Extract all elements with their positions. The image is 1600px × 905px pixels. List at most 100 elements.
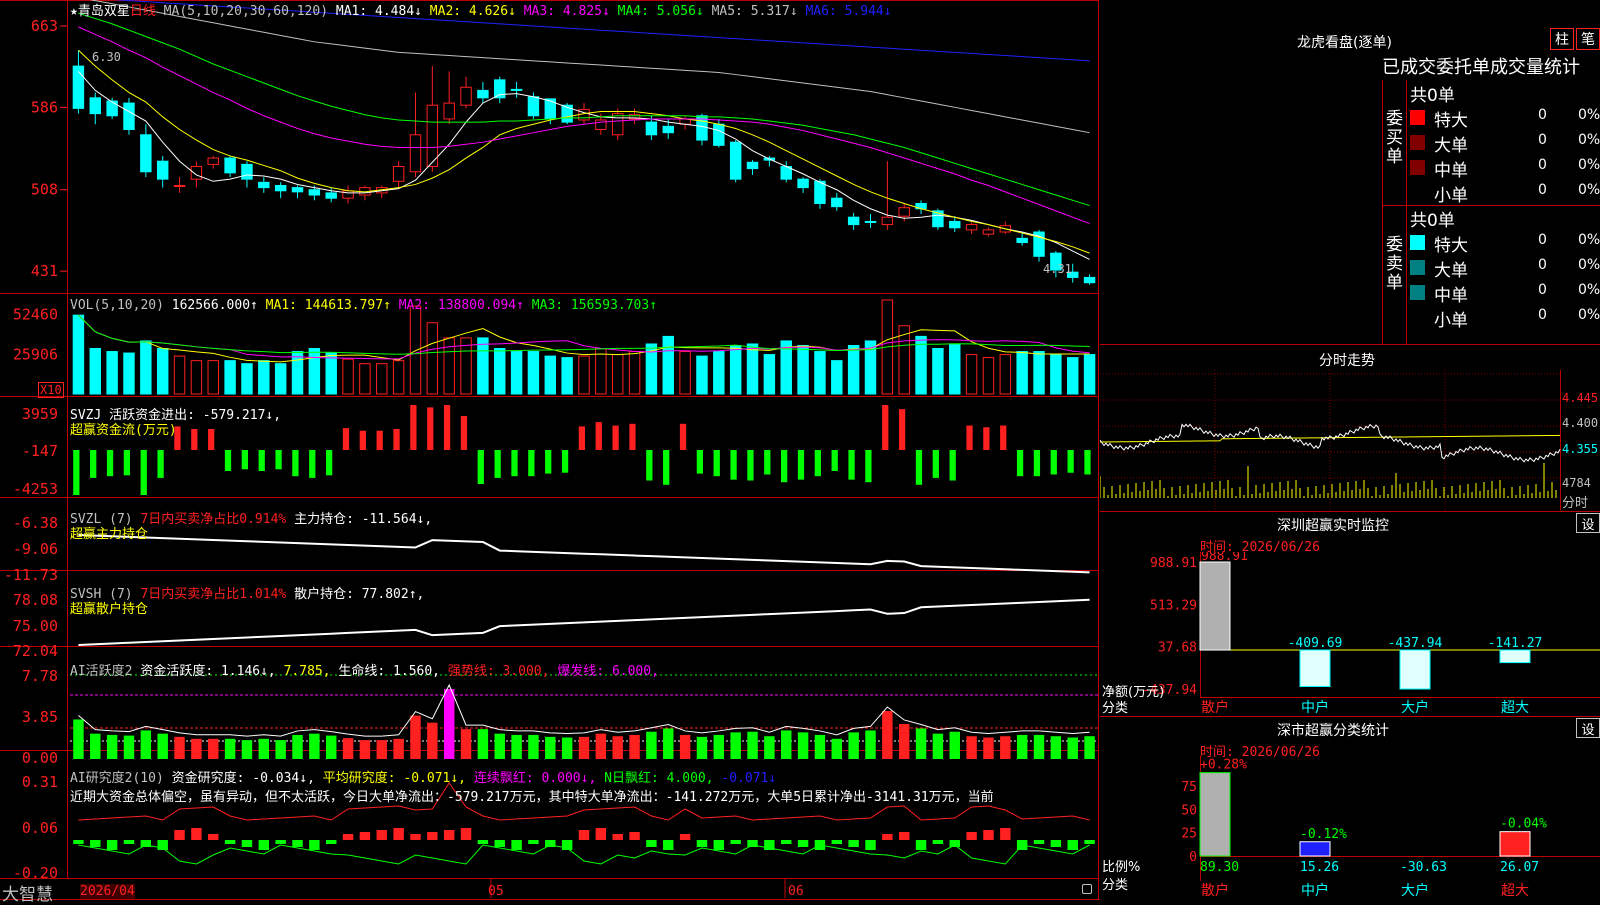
activity-bar	[781, 730, 792, 759]
research-bar	[443, 830, 455, 840]
order-type: 小单	[1434, 311, 1468, 331]
class-ytick-label: 0	[1189, 850, 1197, 865]
activity-bar	[427, 722, 438, 759]
volume-bar	[713, 351, 725, 395]
price-ytick-label: 431	[31, 262, 58, 280]
volume-bar	[932, 348, 944, 395]
volume-bar	[1066, 357, 1079, 395]
candle-body	[611, 113, 624, 136]
research-bar	[595, 828, 607, 840]
flow-bar	[275, 450, 282, 470]
flow-bar	[342, 428, 350, 450]
sz-class-chart: 75 50 25 0 +0.28% 89.30 散户 -0.12% 15.26 中户 -30.63 大…	[1181, 756, 1600, 899]
research-bar	[848, 840, 859, 847]
volume-bar	[106, 351, 118, 395]
order-color-swatch	[1410, 135, 1425, 150]
lock-icon[interactable]	[1082, 884, 1092, 894]
intraday-ytick-1: 4.445	[1562, 391, 1599, 405]
volume-bar	[949, 343, 961, 395]
class-ytick-label: 50	[1181, 803, 1197, 818]
activity-bar	[292, 734, 303, 759]
research-bar	[123, 840, 135, 844]
ma3-value: MA3: 4.825↓	[523, 4, 610, 19]
divider	[1100, 344, 1600, 345]
class-category-label: 散户	[1201, 882, 1229, 899]
sz-monitor-settings-button[interactable]: 设	[1576, 513, 1600, 533]
bar-mode-button[interactable]: 柱	[1550, 28, 1574, 50]
activity-bar	[73, 719, 84, 759]
activity-bar	[1033, 734, 1045, 759]
candle-body	[814, 180, 826, 204]
order-row: 中单 0 0%	[1408, 281, 1600, 306]
activity-bar	[797, 732, 809, 759]
ai-research-header: AI研究度2(10) 资金研究度: -0.034↓, 平均研究度: -0.071…	[70, 767, 776, 786]
buy-total: 共0单	[1410, 86, 1455, 106]
class-value-label: 89.30	[1200, 860, 1239, 875]
svzj-sub: 超赢资金流(万元)	[70, 423, 177, 438]
brand-label: 大智慧	[2, 885, 53, 905]
order-type: 中单	[1434, 286, 1468, 306]
svsh-value: 散户持仓: 77.802↑,	[294, 587, 425, 602]
volume-bar	[1083, 354, 1096, 395]
volume-bar	[426, 322, 439, 395]
volume-bar	[342, 358, 354, 395]
volume-bar	[325, 352, 337, 395]
svsh-sub: 超赢散户持仓	[70, 602, 149, 617]
monitor-ytick-label: 37.68	[1158, 641, 1197, 656]
side-panel: 龙虎看盘(逐单) 柱 笔 已成交委托单成交量统计 委买单 委卖单 共0单 共0单…	[1100, 0, 1600, 900]
candle-body	[881, 216, 894, 226]
main-chart-area[interactable]: 663 586 508 431 52460 25906 3959 -147 -4253 -6.38…	[0, 0, 1100, 900]
monitor-bar	[1199, 561, 1231, 651]
flow-bar	[376, 430, 383, 450]
flow-bar	[595, 422, 602, 450]
stock-name[interactable]: ★青岛双星	[70, 4, 130, 19]
monitor-bar-label: -141.27	[1488, 636, 1543, 651]
flow-bar	[325, 450, 333, 476]
ai-activity-bars	[70, 674, 1098, 759]
candle-body	[274, 185, 287, 192]
flow-bar	[157, 450, 164, 478]
activity-bar	[646, 731, 657, 759]
monitor-bar	[1299, 649, 1331, 687]
tick-mode-button[interactable]: 笔	[1576, 28, 1600, 50]
flow-bar	[460, 416, 468, 450]
vol-ytick-label: 25906	[13, 346, 58, 364]
svzl-desc: 7日内买卖净占比0.914%	[140, 512, 287, 527]
flow-bar	[106, 450, 114, 477]
monitor-bar-label: -409.69	[1288, 636, 1343, 651]
activity-bar	[123, 735, 135, 759]
candlestick-series[interactable]	[72, 50, 1096, 285]
order-row: 中单 0 0%	[1408, 156, 1600, 181]
research-bar	[325, 840, 337, 844]
volume-bar	[173, 355, 186, 395]
activity-bar	[612, 736, 623, 759]
intraday-chart[interactable]	[1100, 370, 1600, 510]
activity-bar	[932, 733, 944, 759]
volume-bar	[797, 344, 809, 395]
research-bar	[292, 840, 303, 847]
activity-bar	[595, 733, 607, 759]
ai-research-d: N日飘红: 4.000,	[604, 771, 714, 786]
activity-bar	[90, 733, 101, 759]
activity-bar	[325, 735, 337, 759]
sz-class-settings-button[interactable]: 设	[1576, 718, 1600, 738]
volume-bars[interactable]	[72, 299, 1096, 395]
intraday-ytick-3: 4.355	[1562, 442, 1599, 456]
activity-bar	[275, 740, 286, 759]
period-label[interactable]: 日线	[130, 4, 156, 19]
candle-body	[982, 229, 995, 235]
candle-body	[409, 134, 422, 173]
candle-body	[847, 216, 860, 226]
candle-body	[291, 187, 304, 193]
order-count: 0	[1538, 257, 1547, 273]
research-bar	[1050, 840, 1062, 847]
ai-active-a: 资金活跃度: 1.146↓,	[140, 664, 276, 679]
monitor-bar	[1499, 649, 1531, 664]
research-green-line	[78, 844, 1090, 865]
vol-unit-badge: X10	[38, 382, 64, 398]
flow-bar	[612, 425, 619, 450]
candle-body	[426, 104, 439, 167]
volume-bar	[662, 335, 674, 395]
sell-total: 共0单	[1410, 211, 1455, 231]
monitor-category-label: 大户	[1401, 699, 1429, 716]
